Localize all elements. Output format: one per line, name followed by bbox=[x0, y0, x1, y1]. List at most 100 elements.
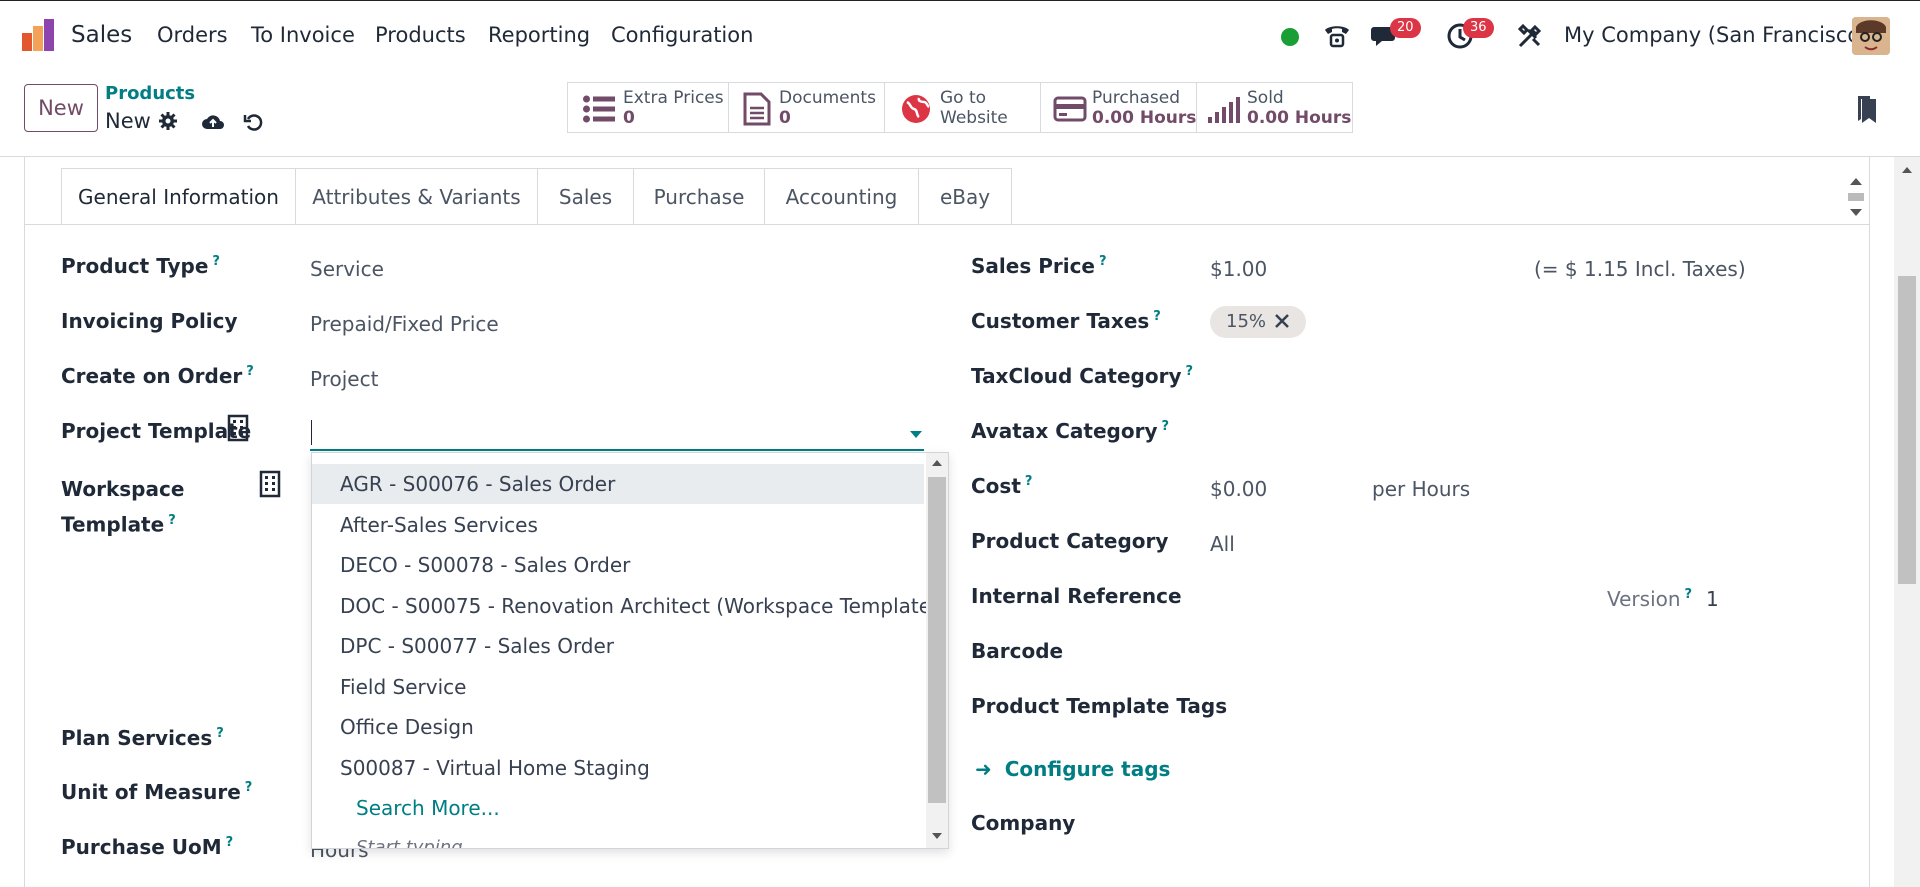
presence-status-icon bbox=[1281, 28, 1299, 46]
tax-tag-label: 15% bbox=[1226, 311, 1267, 332]
sold-label: Sold bbox=[1247, 88, 1284, 108]
save-cloud-icon[interactable] bbox=[201, 111, 225, 136]
dropdown-option[interactable]: DPC - S00077 - Sales Order bbox=[312, 626, 924, 666]
cost-label: Cost? bbox=[971, 474, 1033, 498]
tab-purchase[interactable]: Purchase bbox=[633, 168, 765, 225]
company-label: Company bbox=[971, 811, 1076, 835]
menu-orders[interactable]: Orders bbox=[157, 23, 228, 47]
cost-unit: per Hours bbox=[1372, 477, 1471, 501]
product-type-value[interactable]: Service bbox=[310, 257, 384, 281]
taxcloud-category-label: TaxCloud Category? bbox=[971, 364, 1194, 388]
menu-reporting[interactable]: Reporting bbox=[488, 23, 590, 47]
text-cursor bbox=[311, 420, 312, 445]
tabs-scroll-control[interactable] bbox=[1846, 168, 1866, 226]
version-value[interactable]: 1 bbox=[1706, 587, 1719, 611]
extra-prices-label: Extra Prices bbox=[623, 88, 724, 108]
signal-icon bbox=[1208, 97, 1240, 128]
purchased-value: 0.00 Hours bbox=[1092, 108, 1197, 128]
search-more-link[interactable]: Search More... bbox=[312, 788, 924, 828]
company-building-icon bbox=[227, 414, 249, 447]
dropdown-scrollbar[interactable] bbox=[926, 453, 948, 848]
list-icon bbox=[583, 95, 615, 128]
product-type-label: Product Type? bbox=[61, 254, 220, 278]
configure-tags-link[interactable]: ➜ Configure tags bbox=[975, 757, 1170, 781]
tab-attributes-variants[interactable]: Attributes & Variants bbox=[295, 168, 538, 225]
dropdown-option[interactable]: DECO - S00078 - Sales Order bbox=[312, 545, 924, 585]
cost-value[interactable]: $0.00 bbox=[1210, 477, 1267, 501]
purchased-button[interactable]: Purchased 0.00 Hours bbox=[1040, 82, 1197, 133]
menu-to-invoice[interactable]: To Invoice bbox=[251, 23, 355, 47]
product-category-label: Product Category bbox=[971, 529, 1169, 553]
project-template-label: Project Template bbox=[61, 419, 252, 443]
unit-of-measure-label: Unit of Measure? bbox=[61, 780, 253, 804]
tab-ebay[interactable]: eBay bbox=[918, 168, 1012, 225]
sold-value: 0.00 Hours bbox=[1247, 108, 1352, 128]
new-button[interactable]: New bbox=[24, 84, 98, 132]
tabs-divider bbox=[25, 224, 1869, 225]
go-to-website-button[interactable]: Go to Website bbox=[884, 82, 1041, 133]
document-icon bbox=[743, 92, 771, 131]
purchase-uom-label: Purchase UoM? bbox=[61, 835, 234, 859]
page-scrollbar[interactable] bbox=[1894, 157, 1920, 887]
extra-prices-button[interactable]: Extra Prices 0 bbox=[567, 82, 729, 133]
dropdown-option[interactable]: After-Sales Services bbox=[312, 505, 924, 545]
tab-general-information[interactable]: General Information bbox=[61, 168, 296, 225]
sales-app-icon[interactable] bbox=[22, 19, 56, 53]
invoicing-policy-label: Invoicing Policy bbox=[61, 309, 238, 333]
extra-prices-value: 0 bbox=[623, 108, 635, 128]
top-navbar: Sales Orders To Invoice Products Reporti… bbox=[0, 0, 1920, 71]
credit-card-icon bbox=[1053, 96, 1087, 127]
invoicing-policy-value[interactable]: Prepaid/Fixed Price bbox=[310, 312, 499, 336]
documents-value: 0 bbox=[779, 108, 791, 128]
create-on-order-value[interactable]: Project bbox=[310, 367, 378, 391]
bookmark-icon[interactable] bbox=[1856, 95, 1878, 130]
control-panel: New Products New Extra Prices 0 Document… bbox=[0, 71, 1920, 157]
workspace-building-icon bbox=[259, 470, 281, 503]
breadcrumb-current: New bbox=[105, 109, 151, 133]
gear-icon[interactable] bbox=[158, 111, 178, 136]
tab-accounting[interactable]: Accounting bbox=[764, 168, 919, 225]
dropdown-scrollbar-thumb[interactable] bbox=[928, 477, 946, 803]
menu-configuration[interactable]: Configuration bbox=[611, 23, 753, 47]
dropdown-option[interactable]: Field Service bbox=[312, 667, 924, 707]
dropdown-option[interactable]: Office Design bbox=[312, 707, 924, 747]
sales-price-label: Sales Price? bbox=[971, 254, 1107, 278]
internal-reference-label: Internal Reference bbox=[971, 584, 1182, 608]
create-on-order-label: Create on Order? bbox=[61, 364, 254, 388]
start-typing-hint: Start typing... bbox=[356, 837, 480, 848]
menu-products[interactable]: Products bbox=[375, 23, 466, 47]
dropdown-option[interactable]: DOC - S00075 - Renovation Architect (Wor… bbox=[312, 586, 939, 626]
customer-taxes-label: Customer Taxes? bbox=[971, 309, 1161, 333]
company-switcher[interactable]: My Company (San Francisco) bbox=[1564, 23, 1868, 47]
dropdown-option[interactable]: S00087 - Virtual Home Staging bbox=[312, 748, 924, 788]
sales-price-incl-taxes: (= $ 1.15 Incl. Taxes) bbox=[1534, 257, 1746, 281]
product-category-value[interactable]: All bbox=[1210, 532, 1235, 556]
purchased-label: Purchased bbox=[1092, 88, 1180, 108]
phone-icon[interactable] bbox=[1322, 21, 1352, 56]
barcode-label: Barcode bbox=[971, 639, 1064, 663]
tax-tag: 15% bbox=[1210, 306, 1306, 338]
remove-tag-icon[interactable] bbox=[1272, 310, 1292, 337]
user-avatar[interactable] bbox=[1852, 17, 1890, 55]
activities-badge: 36 bbox=[1463, 18, 1494, 38]
messages-badge: 20 bbox=[1390, 18, 1421, 38]
sales-price-value[interactable]: $1.00 bbox=[1210, 257, 1267, 281]
workspace-template-label: Workspace Template? bbox=[61, 477, 185, 537]
documents-button[interactable]: Documents 0 bbox=[728, 82, 885, 133]
breadcrumb-products[interactable]: Products bbox=[105, 83, 195, 104]
app-name[interactable]: Sales bbox=[71, 22, 132, 48]
debug-tools-icon[interactable] bbox=[1517, 23, 1543, 54]
sold-button[interactable]: Sold 0.00 Hours bbox=[1196, 82, 1353, 133]
tab-sales[interactable]: Sales bbox=[537, 168, 634, 225]
dropdown-option[interactable]: AGR - S00076 - Sales Order bbox=[312, 464, 924, 504]
avatax-category-label: Avatax Category? bbox=[971, 419, 1170, 443]
website-label: Website bbox=[940, 108, 1008, 128]
discard-icon[interactable] bbox=[243, 111, 265, 138]
page-scrollbar-thumb[interactable] bbox=[1898, 276, 1916, 584]
plan-services-label: Plan Services? bbox=[61, 726, 224, 750]
product-template-tags-label: Product Template Tags bbox=[971, 694, 1228, 718]
arrow-right-icon: ➜ bbox=[975, 757, 992, 781]
project-template-input[interactable] bbox=[310, 416, 924, 451]
go-to-label: Go to bbox=[940, 88, 987, 108]
caret-down-icon[interactable] bbox=[910, 431, 922, 438]
